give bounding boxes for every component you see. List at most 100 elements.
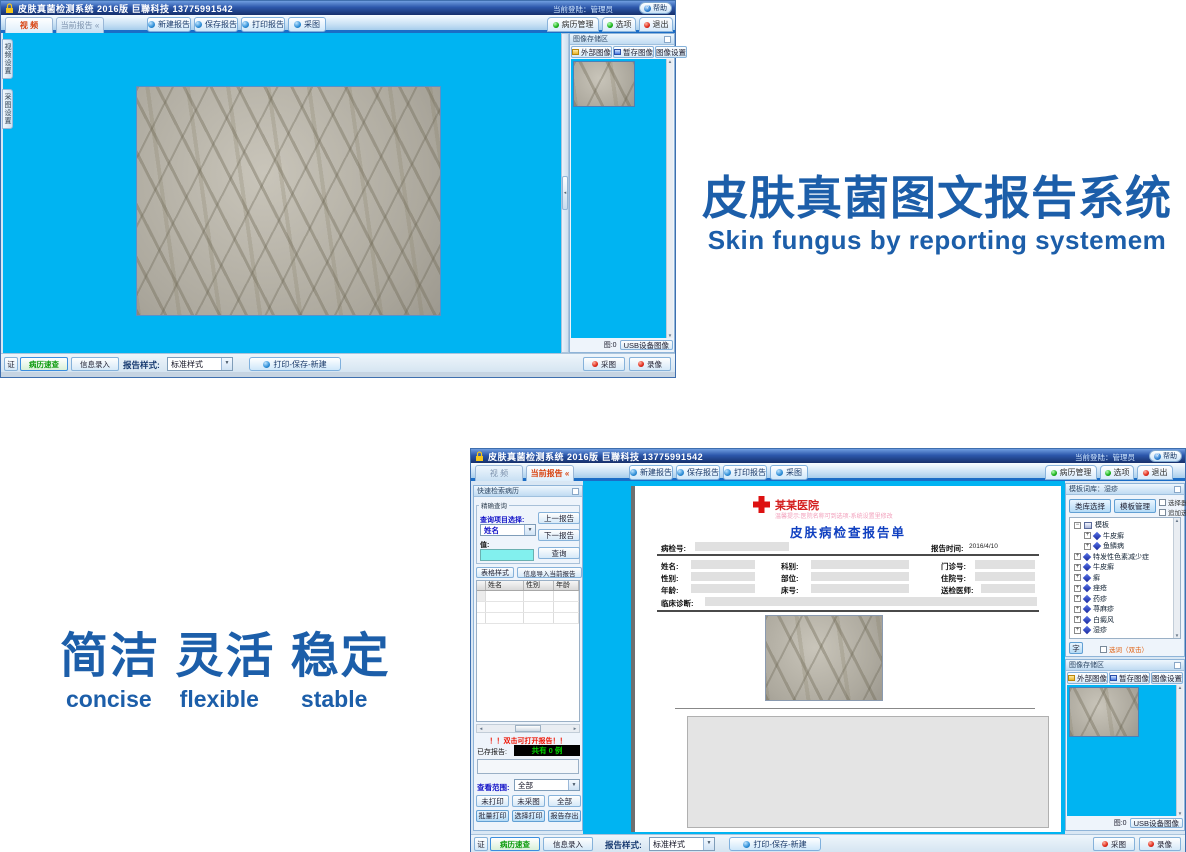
expand-node-icon[interactable] xyxy=(1074,606,1081,613)
capture-image-button[interactable]: 采图 xyxy=(1093,837,1135,851)
tab-video[interactable]: 视 频 xyxy=(475,465,523,481)
next-report-button[interactable]: 下一报告 xyxy=(538,529,580,541)
expand-node-icon[interactable] xyxy=(1074,564,1081,571)
capture-button[interactable]: 采图 xyxy=(288,17,326,32)
append-checkbox[interactable]: 追加选入 xyxy=(1159,507,1186,517)
tree-item[interactable]: 癣 xyxy=(1072,573,1180,584)
help-button[interactable]: 帮助 xyxy=(1149,450,1182,462)
diagnosis-field[interactable] xyxy=(705,597,1037,606)
tree-item[interactable]: 药疹 xyxy=(1072,594,1180,605)
tab-current-report[interactable]: 当前报告 « xyxy=(56,17,104,33)
temp-images-button[interactable]: 暂存图像 xyxy=(1109,672,1150,684)
gender-field[interactable] xyxy=(691,572,755,581)
expand-node-icon[interactable] xyxy=(1074,553,1081,560)
template-manage-button[interactable]: 模板管理 xyxy=(1114,499,1156,513)
part-field[interactable] xyxy=(811,572,909,581)
thumbnail-image[interactable] xyxy=(573,61,635,107)
capture-image-button[interactable]: 采图 xyxy=(583,357,625,371)
capture-button[interactable]: 采图 xyxy=(770,465,808,480)
external-images-button[interactable]: 外部图像 xyxy=(571,46,612,58)
age-field[interactable] xyxy=(691,584,755,593)
tree-item[interactable]: 牛皮癣 xyxy=(1072,562,1180,573)
expand-node-icon[interactable] xyxy=(1074,574,1081,581)
image-settings-button[interactable]: 图像设置 xyxy=(655,46,687,58)
dept-field[interactable] xyxy=(811,560,909,569)
findings-text-area[interactable] xyxy=(687,716,1049,828)
tree-root[interactable]: 模板 xyxy=(1072,520,1180,531)
print-save-new-button[interactable]: 打印-保存-新建 xyxy=(249,357,341,371)
vertical-scrollbar[interactable] xyxy=(1176,685,1183,816)
scroll-down-icon[interactable] xyxy=(668,333,672,338)
export-report-button[interactable]: 报告存出 xyxy=(548,810,581,822)
exit-button[interactable]: 退出 xyxy=(1137,465,1173,480)
chevron-down-icon[interactable] xyxy=(221,358,232,370)
options-button[interactable]: 选项 xyxy=(1100,465,1134,480)
prev-report-button[interactable]: 上一报告 xyxy=(538,512,580,524)
scroll-up-icon[interactable] xyxy=(1175,518,1179,523)
checkbox-icon[interactable] xyxy=(1159,499,1166,506)
cert-button[interactable]: 证 xyxy=(474,837,488,851)
info-entry-button[interactable]: 信息录入 xyxy=(71,357,119,371)
collapse-icon[interactable] xyxy=(664,36,671,43)
external-images-button[interactable]: 外部图像 xyxy=(1067,672,1108,684)
collapse-icon[interactable] xyxy=(1174,662,1181,669)
name-field[interactable] xyxy=(691,560,755,569)
selector-checkbox[interactable]: 选择器 xyxy=(1159,497,1186,507)
library-select-button[interactable]: 类库选择 xyxy=(1069,499,1111,513)
usb-device-images-button[interactable]: USB设备图像 xyxy=(620,340,673,350)
exam-no-field[interactable] xyxy=(695,542,789,551)
report-microscope-image[interactable] xyxy=(765,615,883,701)
scroll-down-icon[interactable] xyxy=(1175,633,1179,638)
titlebar[interactable]: 皮肤真菌检测系统 2016版 巨聯科技 13775991542 当前登陆：管理员… xyxy=(1,1,675,15)
filter-uncaptured-button[interactable]: 未采图 xyxy=(512,795,545,807)
scroll-up-icon[interactable] xyxy=(668,59,672,64)
doctor-field[interactable] xyxy=(981,584,1035,593)
side-tab-video-settings[interactable]: 视频设置 xyxy=(2,39,13,79)
image-settings-button[interactable]: 图像设置 xyxy=(1151,672,1183,684)
batch-print-button[interactable]: 批量打印 xyxy=(476,810,509,822)
filter-unprinted-button[interactable]: 未打印 xyxy=(476,795,509,807)
info-entry-button[interactable]: 信息录入 xyxy=(543,837,593,851)
tree-item[interactable]: 牛皮癣 xyxy=(1072,531,1180,542)
inpatient-field[interactable] xyxy=(975,572,1035,581)
tab-current-report[interactable]: 当前报告 « xyxy=(526,465,574,481)
chevron-down-icon[interactable] xyxy=(568,780,579,790)
query-field-select[interactable]: 姓名 xyxy=(480,524,536,536)
query-value-input[interactable] xyxy=(480,549,534,561)
scroll-left-icon[interactable] xyxy=(477,726,485,731)
tab-video[interactable]: 视 频 xyxy=(5,17,53,33)
records-manage-button[interactable]: 病历管理 xyxy=(1045,465,1097,480)
expand-node-icon[interactable] xyxy=(1074,595,1081,602)
scroll-down-icon[interactable] xyxy=(1178,811,1182,816)
record-video-button[interactable]: 录像 xyxy=(629,357,671,371)
word-button[interactable]: 字 xyxy=(1069,642,1083,654)
scroll-up-icon[interactable] xyxy=(1178,685,1182,690)
save-report-button[interactable]: 保存报告 xyxy=(676,465,720,480)
titlebar[interactable]: 皮肤真菌检测系统 2016版 巨聯科技 13775991542 当前登陆：管理员… xyxy=(471,449,1185,463)
temp-images-button[interactable]: 暂存图像 xyxy=(613,46,654,58)
options-button[interactable]: 选项 xyxy=(602,17,636,32)
collapse-node-icon[interactable] xyxy=(1074,522,1081,529)
tree-item[interactable]: 痤疮 xyxy=(1072,583,1180,594)
panel-collapse-handle[interactable] xyxy=(562,176,568,210)
exit-button[interactable]: 退出 xyxy=(639,17,673,32)
new-report-button[interactable]: 新建报告 xyxy=(147,17,191,32)
tree-item[interactable]: 荨麻疹 xyxy=(1072,604,1180,615)
table-style-button[interactable]: 表格样式 xyxy=(476,567,514,578)
thumbnail-image[interactable] xyxy=(1069,687,1139,737)
vertical-scrollbar[interactable] xyxy=(1173,518,1180,638)
records-manage-button[interactable]: 病历管理 xyxy=(547,17,599,32)
vertical-scrollbar[interactable] xyxy=(666,59,673,338)
tree-item[interactable]: 湿疹 xyxy=(1072,625,1180,636)
horizontal-scrollbar[interactable] xyxy=(476,724,580,733)
report-style-select[interactable]: 标准样式 xyxy=(649,837,715,851)
usb-device-images-button[interactable]: USB设备图像 xyxy=(1130,818,1183,828)
checkbox-icon[interactable] xyxy=(1159,509,1166,516)
quick-search-button[interactable]: 病历速查 xyxy=(490,837,540,851)
tree-item[interactable]: 白癜风 xyxy=(1072,615,1180,626)
new-report-button[interactable]: 新建报告 xyxy=(629,465,673,480)
save-report-button[interactable]: 保存报告 xyxy=(194,17,238,32)
expand-node-icon[interactable] xyxy=(1084,543,1091,550)
select-print-button[interactable]: 选择打印 xyxy=(512,810,545,822)
filter-all-button[interactable]: 全部 xyxy=(548,795,581,807)
